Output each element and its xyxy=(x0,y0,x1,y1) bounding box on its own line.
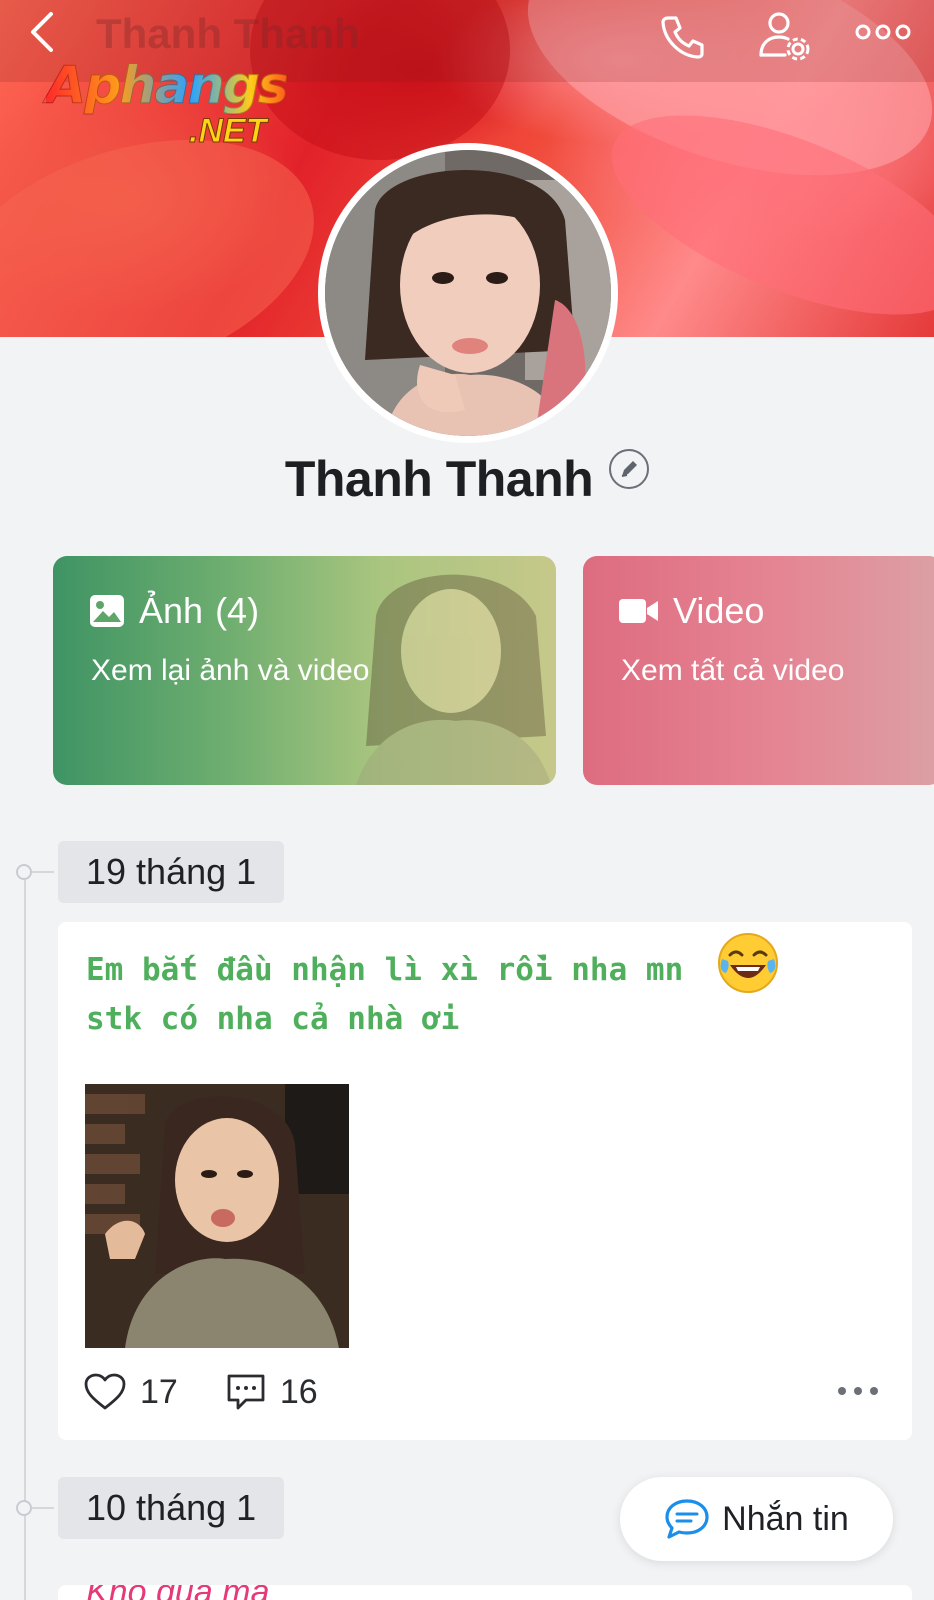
profile-settings-button[interactable] xyxy=(754,6,814,66)
more-dots-icon xyxy=(855,24,911,40)
like-count: 17 xyxy=(140,1372,178,1411)
timeline-dot xyxy=(16,1500,32,1516)
avatar-image xyxy=(325,150,611,436)
chat-bubble-icon xyxy=(665,1499,709,1539)
card-photo-bg xyxy=(356,574,551,785)
timeline-dot xyxy=(16,864,32,880)
comment-count: 16 xyxy=(279,1372,318,1411)
user-gear-icon xyxy=(759,12,810,61)
post-photo[interactable] xyxy=(85,1084,349,1348)
watermark-logo: Aphangs .NET xyxy=(46,56,290,151)
back-button[interactable] xyxy=(18,8,66,56)
post-text-peek: Khổ quá mà xyxy=(86,1585,269,1600)
videos-card-header: Video xyxy=(619,590,764,632)
watermark-sub: .NET xyxy=(188,112,267,151)
header-title: Thanh Thanh xyxy=(96,10,360,57)
post-card[interactable]: Em bắt đầu nhận lì xì rồi nha mn stk có … xyxy=(58,922,912,1440)
phone-icon xyxy=(661,16,704,59)
videos-card-subtitle: Xem tất cả video xyxy=(621,654,845,687)
message-button[interactable]: Nhắn tin xyxy=(620,1477,893,1561)
photos-card-subtitle: Xem lại ảnh và video xyxy=(91,654,370,687)
timeline-tick xyxy=(32,871,54,873)
avatar[interactable] xyxy=(318,143,618,443)
photos-card[interactable]: Ảnh (4) Xem lại ảnh và video xyxy=(53,556,556,785)
like-button[interactable]: 17 xyxy=(84,1373,178,1412)
date-chip: 10 tháng 1 xyxy=(58,1477,285,1539)
post-actions: 17 16 xyxy=(84,1372,366,1412)
post-more-icon[interactable] xyxy=(836,1384,880,1398)
profile-name: Thanh Thanh xyxy=(284,451,594,507)
image-icon xyxy=(90,595,124,627)
post-card[interactable]: Khổ quá mà xyxy=(58,1585,912,1600)
chevron-left-icon xyxy=(31,12,53,52)
videos-card[interactable]: Video Xem tất cả video xyxy=(583,556,934,785)
pencil-icon xyxy=(621,461,638,477)
photos-card-header: Ảnh (4) xyxy=(89,590,259,632)
edit-name-button[interactable] xyxy=(609,449,650,489)
timeline-line xyxy=(24,880,26,1600)
photos-card-title: Ảnh xyxy=(139,590,204,631)
comment-icon xyxy=(227,1374,265,1410)
post-text-line2: stk có nha cả nhà ơi xyxy=(86,1000,460,1037)
more-options-button[interactable] xyxy=(850,10,916,54)
video-camera-icon xyxy=(619,599,658,623)
date-chip: 19 tháng 1 xyxy=(58,841,285,903)
heart-icon xyxy=(84,1373,126,1410)
watermark-main: Aphangs xyxy=(46,56,290,116)
videos-card-title: Video xyxy=(673,590,765,631)
comment-button[interactable]: 16 xyxy=(226,1372,318,1412)
message-button-label: Nhắn tin xyxy=(722,1499,849,1538)
photos-card-count: (4) xyxy=(215,590,260,631)
post-text: Em bắt đầu nhận lì xì rồi nha mn stk có … xyxy=(86,932,866,1043)
profile-name-row: Thanh Thanh xyxy=(0,449,934,508)
call-button[interactable] xyxy=(654,8,710,64)
timeline-tick xyxy=(32,1507,54,1509)
post-text-line1: Em bắt đầu nhận lì xì rồi nha mn xyxy=(86,952,684,988)
tears-of-joy-emoji xyxy=(717,932,778,993)
